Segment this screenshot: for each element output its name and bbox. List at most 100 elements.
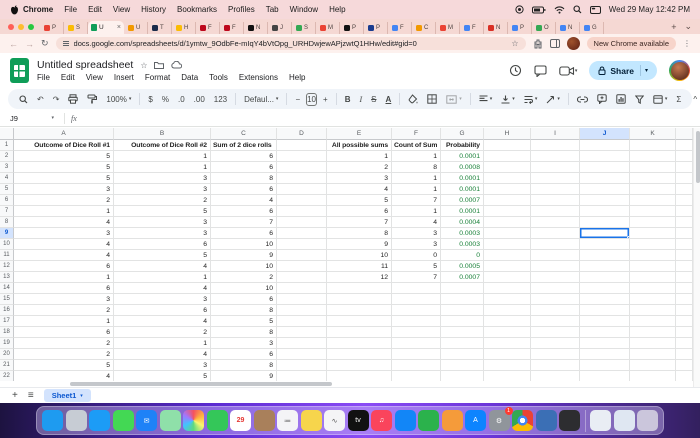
browser-tab[interactable]: F [460,22,484,34]
cell-F8[interactable]: 4 [392,217,441,228]
cell-B10[interactable]: 6 [114,239,211,250]
sheet-tab-sheet1[interactable]: Sheet1 ▾ [44,389,91,402]
cell-filler2[interactable] [676,151,693,162]
sheets-menu-insert[interactable]: Insert [114,73,134,82]
cell-A12[interactable]: 6 [14,261,114,272]
add-sheet-button[interactable]: + [12,390,18,401]
cell-C11[interactable]: 9 [211,250,277,261]
cell-E17[interactable] [327,316,392,327]
dock-icon-photos[interactable] [183,410,204,431]
cell-D6[interactable] [277,195,327,206]
cell-F4[interactable]: 1 [392,173,441,184]
cell-I6[interactable] [531,195,580,206]
menu-item-file[interactable]: File [64,5,77,14]
cell-J21[interactable] [580,360,630,371]
cell-A17[interactable]: 1 [14,316,114,327]
insert-link-button[interactable] [574,91,591,107]
column-header-K[interactable]: K [630,128,676,140]
all-sheets-button[interactable]: ≡ [28,390,34,401]
cell-filler19[interactable] [676,338,693,349]
cell-G5[interactable]: 0.0001 [441,184,484,195]
cell-D19[interactable] [277,338,327,349]
cell-B22[interactable]: 5 [114,371,211,381]
row-header-14[interactable]: 14 [0,283,14,294]
apple-icon[interactable] [10,5,19,15]
dock-icon-reminders[interactable]: ≔ [277,410,298,431]
sheets-menu-data[interactable]: Data [181,73,198,82]
column-header-F[interactable]: F [392,128,441,140]
cell-E3[interactable]: 2 [327,162,392,173]
name-box[interactable]: J9 ▾ [6,114,58,123]
increase-font-size-button[interactable]: + [320,91,331,107]
cell-A8[interactable]: 4 [14,217,114,228]
cell-I11[interactable] [531,250,580,261]
browser-tab[interactable]: P [508,22,532,34]
cell-C16[interactable]: 8 [211,305,277,316]
cell-J20[interactable] [580,349,630,360]
row-header-19[interactable]: 19 [0,338,14,349]
row-header-1[interactable]: 1 [0,140,14,151]
horizontal-scrollbar-thumb[interactable] [70,382,332,386]
cell-I8[interactable] [531,217,580,228]
cell-filler14[interactable] [676,283,693,294]
hide-menus-button[interactable]: ^ [690,91,700,107]
cell-filler15[interactable] [676,294,693,305]
dock-icon-mail[interactable]: ✉ [136,410,157,431]
cell-K13[interactable] [630,272,676,283]
cell-A15[interactable]: 3 [14,294,114,305]
bold-button[interactable]: B [342,91,354,107]
sheets-menu-view[interactable]: View [86,73,103,82]
cell-D18[interactable] [277,327,327,338]
control-center-icon[interactable] [590,6,601,14]
cell-I7[interactable] [531,206,580,217]
cell-I5[interactable] [531,184,580,195]
cell-G9[interactable]: 0.0003 [441,228,484,239]
cell-G8[interactable]: 0.0004 [441,217,484,228]
cell-I12[interactable] [531,261,580,272]
cell-A21[interactable]: 5 [14,360,114,371]
cell-G22[interactable] [441,371,484,381]
cell-D21[interactable] [277,360,327,371]
cell-K3[interactable] [630,162,676,173]
cell-D1[interactable] [277,140,327,151]
browser-tab[interactable]: J [268,22,292,34]
cell-I10[interactable] [531,239,580,250]
dock-icon-screen-share[interactable] [536,410,557,431]
cell-K21[interactable] [630,360,676,371]
cell-E13[interactable]: 12 [327,272,392,283]
browser-tab[interactable]: S [292,22,316,34]
cell-J15[interactable] [580,294,630,305]
cell-B12[interactable]: 4 [114,261,211,272]
battery-icon[interactable] [532,6,546,14]
dock-icon-chrome[interactable] [512,410,533,431]
cell-A2[interactable]: 5 [14,151,114,162]
cell-A13[interactable]: 1 [14,272,114,283]
select-all-corner[interactable] [0,128,14,140]
menu-item-tab[interactable]: Tab [266,5,279,14]
cloud-status-icon[interactable] [171,61,182,69]
cell-E16[interactable] [327,305,392,316]
dock-icon-maps[interactable] [160,410,181,431]
cell-K11[interactable] [630,250,676,261]
browser-tab[interactable]: M [316,22,340,34]
cell-J14[interactable] [580,283,630,294]
cell-K14[interactable] [630,283,676,294]
cell-filler10[interactable] [676,239,693,250]
cell-I17[interactable] [531,316,580,327]
sheets-menu-edit[interactable]: Edit [61,73,75,82]
strikethrough-button[interactable]: S [368,91,379,107]
cell-J22[interactable] [580,371,630,381]
format-percent-button[interactable]: % [159,91,172,107]
cell-K7[interactable] [630,206,676,217]
cell-I14[interactable] [531,283,580,294]
cell-C14[interactable]: 10 [211,283,277,294]
redo-button[interactable]: ↷ [50,91,63,107]
cell-D7[interactable] [277,206,327,217]
row-header-10[interactable]: 10 [0,239,14,250]
cell-G19[interactable] [441,338,484,349]
cell-K8[interactable] [630,217,676,228]
row-header-13[interactable]: 13 [0,272,14,283]
dock-icon-contacts[interactable] [254,410,275,431]
cell-filler12[interactable] [676,261,693,272]
cell-filler22[interactable] [676,371,693,381]
